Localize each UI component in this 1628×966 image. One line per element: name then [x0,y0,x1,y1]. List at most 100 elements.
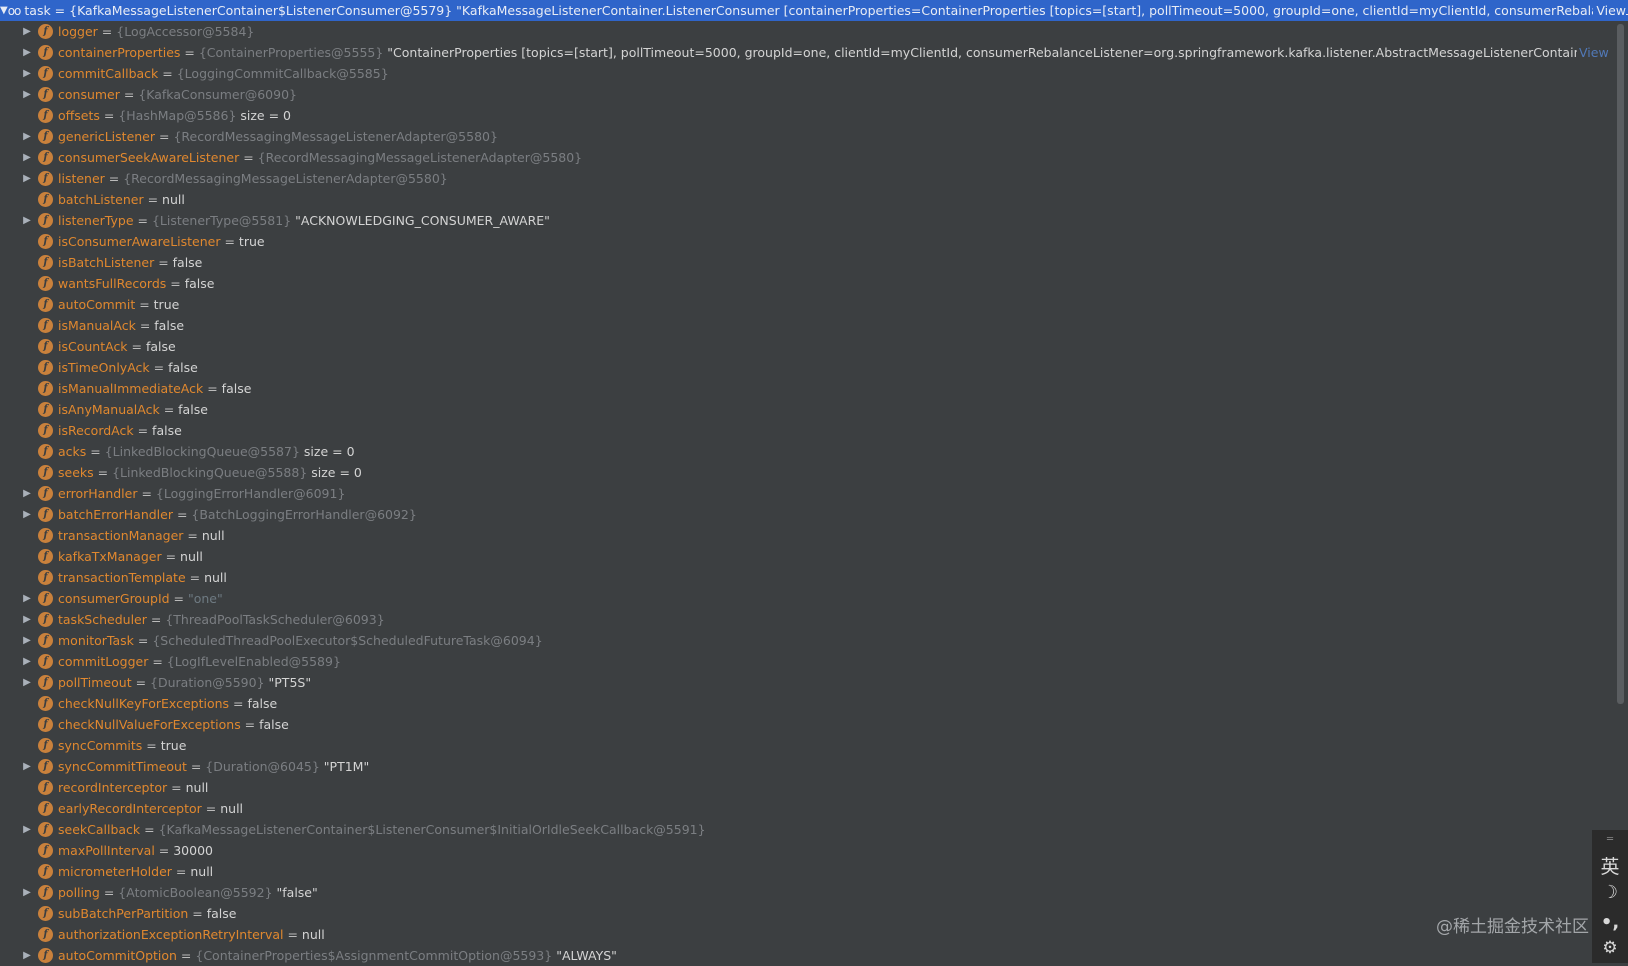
field-name: containerProperties [58,45,181,60]
field-value: null [180,549,203,564]
variable-row[interactable]: f earlyRecordInterceptor = null [0,798,1615,819]
variable-row[interactable]: f checkNullKeyForExceptions = false [0,693,1615,714]
field-icon: f [38,948,53,963]
variable-row[interactable]: f acks = {LinkedBlockingQueue@5587} size … [0,441,1615,462]
variable-row[interactable]: f transactionTemplate = null [0,567,1615,588]
equals-sign: = [154,255,173,270]
field-icon: f [38,465,53,480]
field-name: isAnyManualAck [58,402,160,417]
variable-row[interactable]: ▶ f listener = {RecordMessagingMessageList… [0,168,1615,189]
field-icon: f [38,780,53,795]
collapse-arrow-icon[interactable]: ▼ [0,5,8,16]
variable-text: syncCommits = true [58,735,186,756]
variable-row[interactable]: f wantsFullRecords = false [0,273,1615,294]
variable-row[interactable]: ▶ f logger = {LogAccessor@5584} [0,21,1615,42]
equals-sign: = [240,717,260,732]
field-value: false [206,906,237,921]
ime-punctuation-icon[interactable]: •, [1592,912,1628,933]
expand-arrow-icon[interactable]: ▶ [21,63,33,84]
variable-row[interactable]: f transactionManager = null [0,525,1615,546]
variable-row[interactable]: ▶ f pollTimeout = {Duration@5590} "PT5S" [0,672,1615,693]
ime-drag-handle-icon[interactable]: ═ [1592,834,1628,845]
field-name: taskScheduler [58,612,147,627]
variable-row[interactable]: ▶ f syncCommitTimeout = {Duration@6045} "P… [0,756,1615,777]
variable-row[interactable]: f isBatchListener = false [0,252,1615,273]
field-icon: f [38,24,53,39]
variable-row[interactable]: f micrometerHolder = null [0,861,1615,882]
scrollbar-thumb[interactable] [1617,24,1624,704]
variable-row[interactable]: f isAnyManualAck = false [0,399,1615,420]
expand-arrow-icon[interactable]: ▶ [21,168,33,189]
variable-row[interactable]: ▶ f commitLogger = {LogIfLevelEnabled@5589… [0,651,1615,672]
expand-arrow-icon[interactable]: ▶ [21,42,33,63]
variable-row[interactable]: f kafkaTxManager = null [0,546,1615,567]
variable-row[interactable]: f batchListener = null [0,189,1615,210]
variable-row[interactable]: ▶ f commitCallback = {LoggingCommitCallbac… [0,63,1615,84]
field-icon: f [38,843,53,858]
variable-row[interactable]: f isConsumerAwareListener = true [0,231,1615,252]
field-icon: f [38,381,53,396]
field-name: micrometerHolder [58,864,172,879]
expand-arrow-icon[interactable]: ▶ [21,630,33,651]
variable-row[interactable]: f recordInterceptor = null [0,777,1615,798]
type-reference: {LogIfLevelEnabled@5589} [166,654,341,669]
variable-row[interactable]: ▶ f consumer = {KafkaConsumer@6090} [0,84,1615,105]
field-name: listenerType [58,213,134,228]
variable-row[interactable]: ▶ f consumerSeekAwareListener = {RecordMes… [0,147,1615,168]
field-icon: f [38,150,53,165]
variable-row[interactable]: f isTimeOnlyAck = false [0,357,1615,378]
variable-row[interactable]: ▶ f genericListener = {RecordMessagingMess… [0,126,1615,147]
expand-arrow-icon[interactable]: ▶ [21,819,33,840]
expand-arrow-icon[interactable]: ▶ [21,504,33,525]
variable-row[interactable]: f syncCommits = true [0,735,1615,756]
expand-arrow-icon[interactable]: ▶ [21,672,33,693]
variable-row[interactable]: ▶ f batchErrorHandler = {BatchLoggingError… [0,504,1615,525]
expand-arrow-icon[interactable]: ▶ [21,126,33,147]
ime-language-toggle[interactable]: 英 [1592,852,1628,879]
expand-arrow-icon[interactable]: ▶ [21,756,33,777]
variable-row[interactable]: f offsets = {HashMap@5586} size = 0 [0,105,1615,126]
field-icon: f [38,444,53,459]
ime-moon-icon[interactable]: ☽ [1592,882,1628,903]
expand-arrow-icon[interactable]: ▶ [21,210,33,231]
variable-row[interactable]: f isManualImmediateAck = false [0,378,1615,399]
task-header-row[interactable]: ▼ oo task = {KafkaMessageListenerContain… [0,0,1628,21]
variable-row[interactable]: ▶ f consumerGroupId = "one" [0,588,1615,609]
variable-row[interactable]: ▶ f containerProperties = {ContainerProper… [0,42,1615,63]
expand-arrow-icon[interactable]: ▶ [21,882,33,903]
expand-arrow-icon[interactable]: ▶ [21,588,33,609]
expand-arrow-icon[interactable]: ▶ [21,483,33,504]
variable-row[interactable]: ▶ f monitorTask = {ScheduledThreadPoolExec… [0,630,1615,651]
view-link[interactable]: View [1577,42,1615,63]
variable-row[interactable]: ▶ f errorHandler = {LoggingErrorHandler@60… [0,483,1615,504]
expand-arrow-icon[interactable]: ▶ [21,84,33,105]
variable-row[interactable]: f isManualAck = false [0,315,1615,336]
field-value: false [259,717,289,732]
variable-row[interactable]: f checkNullValueForExceptions = false [0,714,1615,735]
field-value: null [201,528,225,543]
field-name: wantsFullRecords [58,276,167,291]
expand-arrow-icon[interactable]: ▶ [21,147,33,168]
variable-row[interactable]: f authorizationExceptionRetryInterval = n… [0,924,1615,945]
field-icon: f [38,318,53,333]
ime-settings-icon[interactable]: ⚙ [1592,938,1628,958]
field-icon: f [38,927,53,942]
variable-row[interactable]: f autoCommit = true [0,294,1615,315]
variable-row[interactable]: ▶ f polling = {AtomicBoolean@5592} "false" [0,882,1615,903]
expand-arrow-icon[interactable]: ▶ [21,21,33,42]
variable-row[interactable]: f maxPollInterval = 30000 [0,840,1615,861]
variable-row[interactable]: f isRecordAck = false [0,420,1615,441]
variable-row[interactable]: ▶ f seekCallback = {KafkaMessageListenerCo… [0,819,1615,840]
field-name: batchErrorHandler [58,507,173,522]
header-view-link[interactable]: View [1593,3,1626,18]
variable-text: subBatchPerPartition = false [58,903,237,924]
variable-row[interactable]: ▶ f taskScheduler = {ThreadPoolTaskSchedul… [0,609,1615,630]
expand-arrow-icon[interactable]: ▶ [21,609,33,630]
variable-row[interactable]: ▶ f listenerType = {ListenerType@5581} "AC… [0,210,1615,231]
variable-row[interactable]: f isCountAck = false [0,336,1615,357]
variable-text: batchErrorHandler = {BatchLoggingErrorHa… [58,504,417,525]
field-icon: f [38,66,53,81]
expand-arrow-icon[interactable]: ▶ [21,651,33,672]
variable-row[interactable]: f subBatchPerPartition = false [0,903,1615,924]
variable-row[interactable]: f seeks = {LinkedBlockingQueue@5588} size… [0,462,1615,483]
